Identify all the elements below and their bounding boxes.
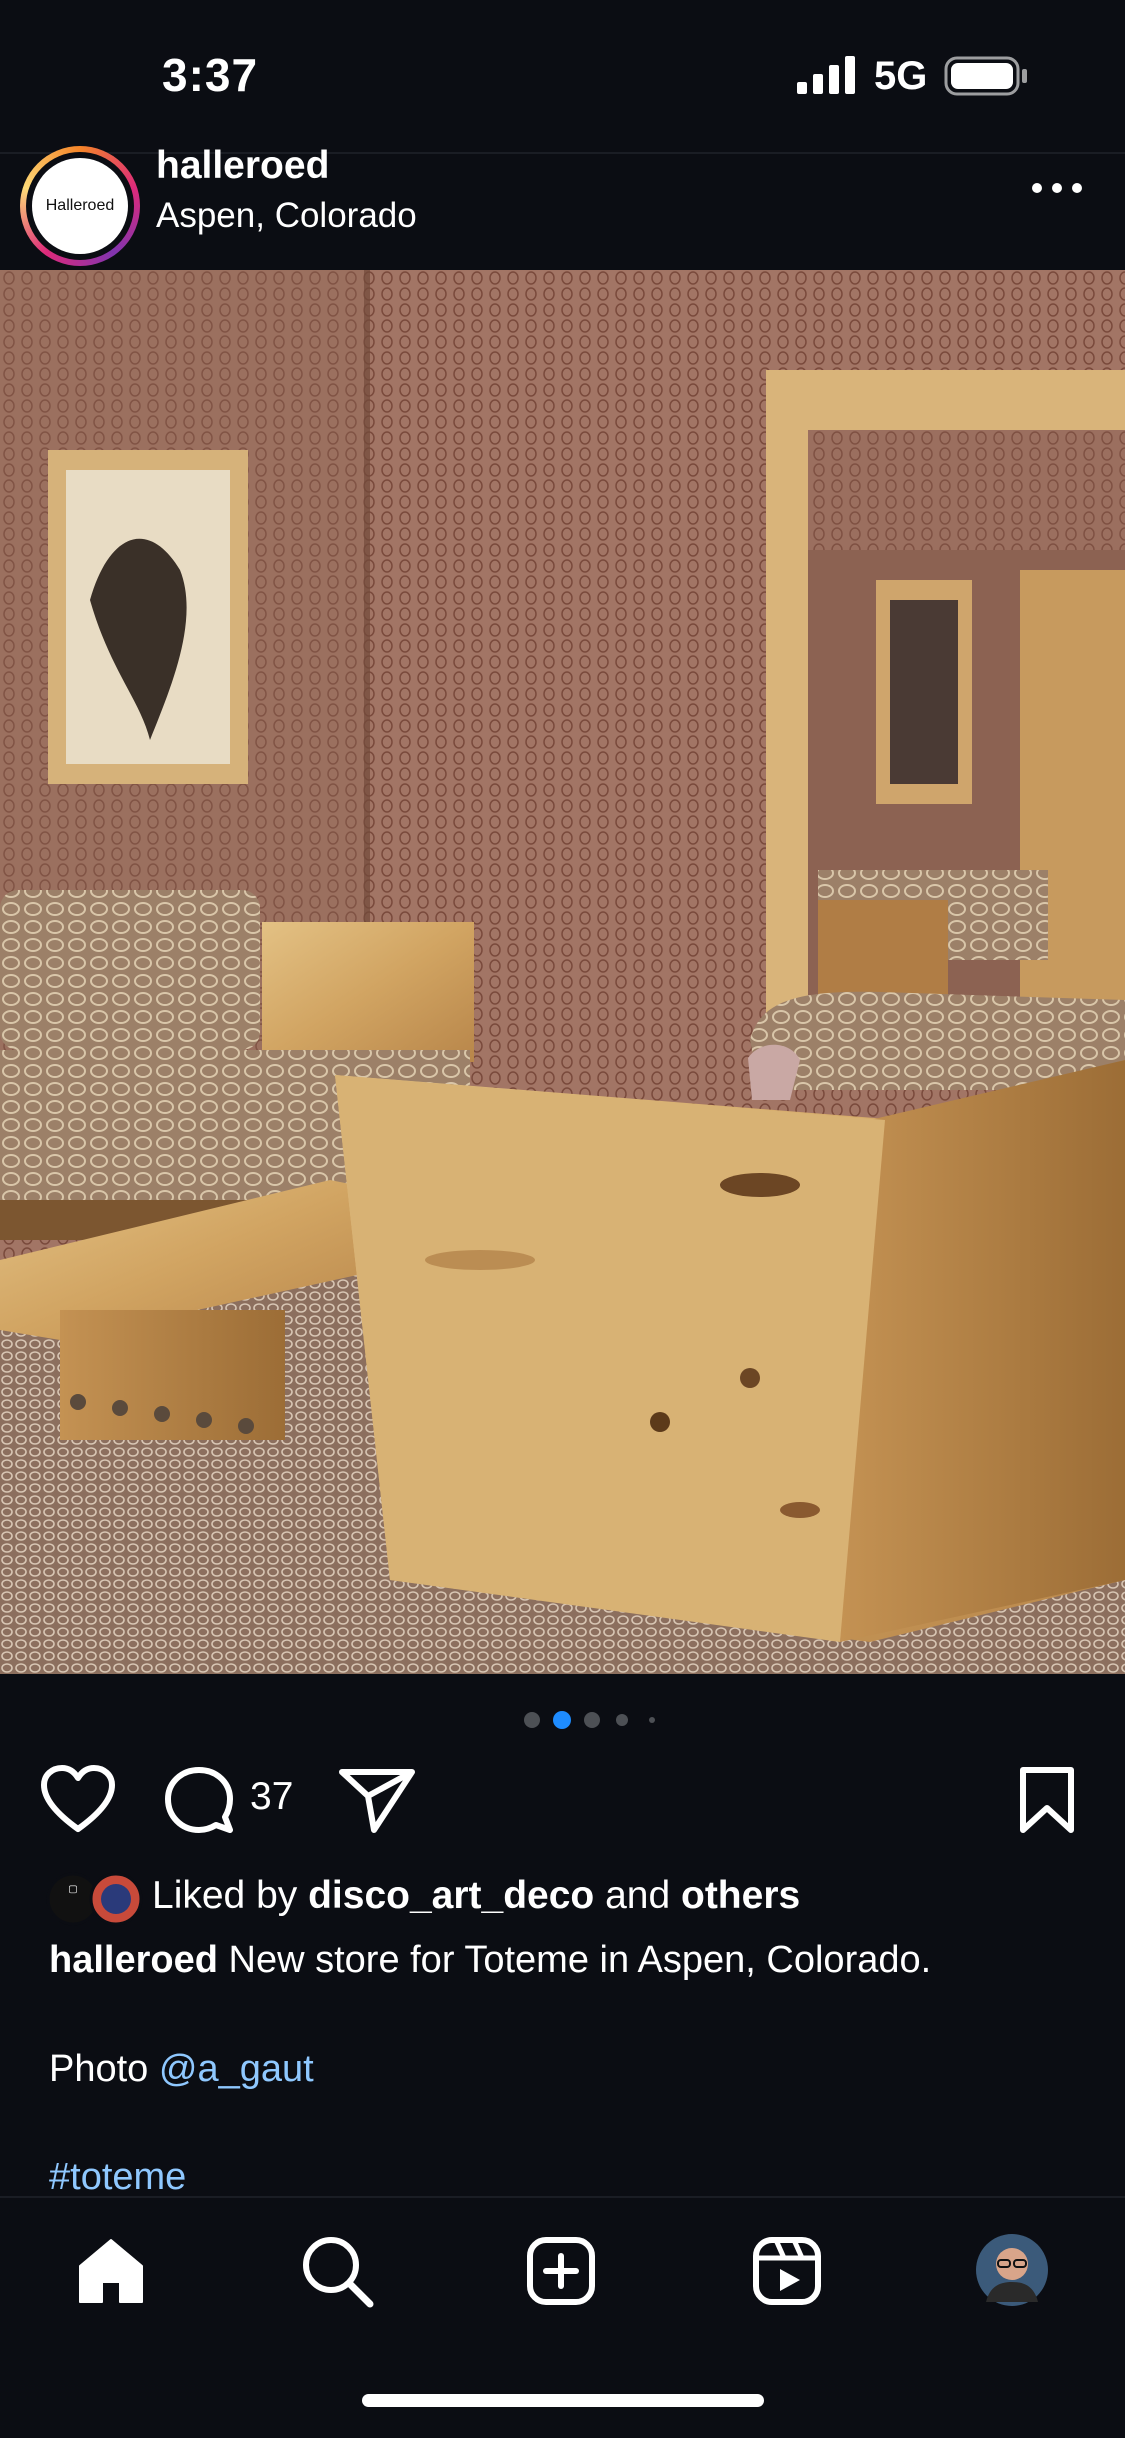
like-heart-icon[interactable]	[40, 1765, 116, 1835]
liked-by-avatars[interactable]: ▢	[46, 1872, 146, 1926]
new-post-icon[interactable]	[526, 2236, 596, 2306]
status-bar: 3:37 5G	[0, 0, 1125, 150]
carousel-indicator	[524, 1711, 655, 1729]
carousel-dot	[524, 1712, 540, 1728]
carousel-dot-active	[553, 1711, 571, 1729]
liked-by-prefix: Liked by	[152, 1874, 298, 1917]
comment-count[interactable]: 37	[250, 1775, 293, 1819]
post-location[interactable]: Aspen, Colorado	[156, 196, 417, 236]
post-caption: halleroed New store for Toteme in Aspen,…	[49, 1939, 931, 1982]
post-username[interactable]: halleroed	[156, 144, 329, 188]
more-options-icon[interactable]	[1030, 170, 1084, 206]
home-indicator[interactable]	[362, 2394, 764, 2407]
svg-text:▢: ▢	[68, 1884, 77, 1895]
search-icon[interactable]	[300, 2234, 374, 2308]
caption-text: New store for Toteme in Aspen, Colorado.	[228, 1939, 932, 1981]
liked-by-others[interactable]: others	[681, 1874, 800, 1917]
hashtag[interactable]: #toteme	[49, 2156, 186, 2199]
carousel-dot	[649, 1717, 655, 1723]
carousel-dot	[616, 1714, 628, 1726]
post-photo[interactable]	[0, 270, 1125, 1674]
liked-by-text: Liked by disco_art_deco and others	[152, 1874, 800, 1918]
avatar-logo-text: Halleroed	[45, 197, 115, 214]
network-type: 5G	[874, 54, 928, 98]
caption-username[interactable]: halleroed	[49, 1939, 218, 1981]
credit-mention[interactable]: @a_gaut	[159, 2048, 314, 2090]
avatar[interactable]: Halleroed	[32, 158, 128, 254]
home-icon[interactable]	[76, 2236, 146, 2306]
share-send-icon[interactable]	[338, 1766, 416, 1834]
carousel-dot	[584, 1712, 600, 1728]
signal-icon	[797, 56, 855, 94]
reels-icon[interactable]	[752, 2236, 822, 2306]
profile-avatar[interactable]	[974, 2232, 1050, 2308]
credit-prefix: Photo	[49, 2048, 149, 2090]
photo-credit: Photo @a_gaut	[49, 2048, 314, 2091]
liked-by-user[interactable]: disco_art_deco	[308, 1874, 594, 1917]
liked-by-and: and	[605, 1874, 671, 1917]
status-time: 3:37	[162, 49, 259, 101]
comment-icon[interactable]	[162, 1764, 236, 1838]
battery-icon	[944, 56, 1027, 96]
bookmark-save-icon[interactable]	[1018, 1766, 1076, 1834]
